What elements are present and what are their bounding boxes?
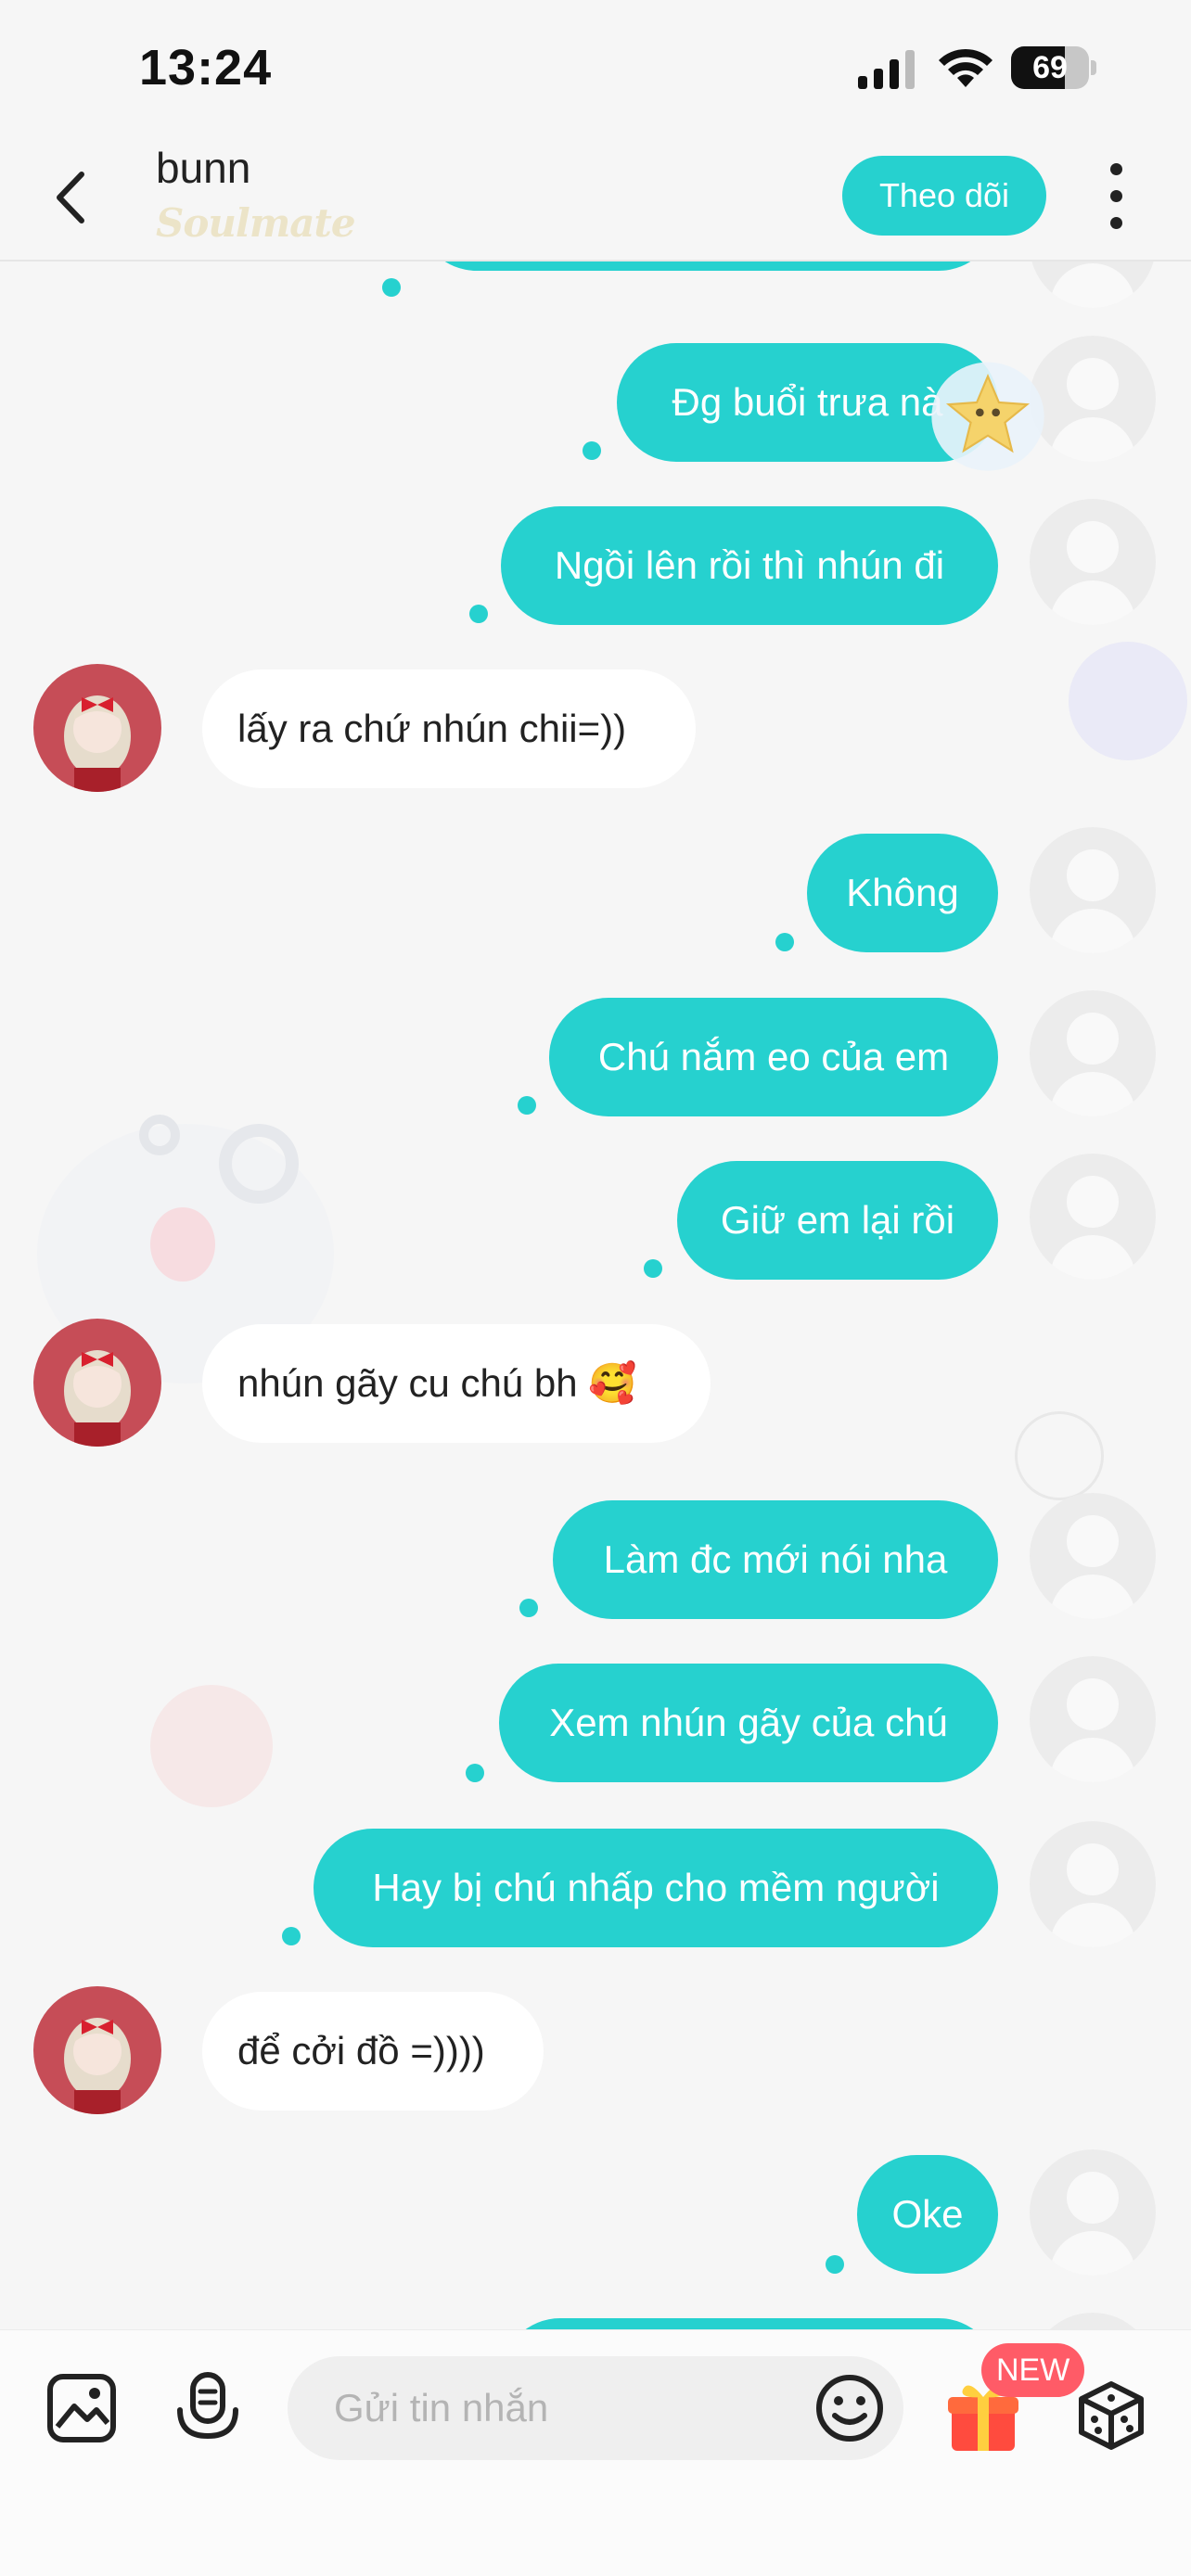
more-options-icon[interactable] — [1093, 159, 1139, 234]
contact-name[interactable]: bunn — [156, 143, 250, 193]
image-gallery-icon[interactable] — [45, 2371, 119, 2445]
message-bubble-sent[interactable]: Chú nắm eo của em — [549, 998, 998, 1116]
message-input[interactable] — [334, 2356, 798, 2460]
message-bubble-received[interactable]: nhún gãy cu chú bh 🥰 — [202, 1324, 711, 1443]
my-avatar[interactable] — [1030, 2313, 1156, 2329]
battery-percent: 69 — [1032, 50, 1068, 85]
chat-header: bunn Soulmate Theo dõi — [0, 139, 1191, 261]
message-bubble-sent[interactable]: Ngồi lên rồi thì nhún đi — [501, 506, 998, 625]
message-bubble-received[interactable]: lấy ra chứ nhún chii=)) — [202, 670, 696, 788]
my-avatar[interactable] — [1030, 1821, 1156, 1947]
bubble-tail — [519, 1599, 538, 1617]
message-bubble-sent[interactable]: Không — [807, 834, 998, 952]
message-bubble-partial — [501, 2318, 998, 2329]
message-list[interactable]: Đg buổi trưa nà Ngồi lên rồi thì nhún đi… — [0, 261, 1191, 2329]
wifi-icon — [939, 48, 992, 87]
cellular-signal-icon — [858, 50, 915, 89]
message-bubble-partial — [417, 261, 998, 271]
my-avatar[interactable] — [1030, 827, 1156, 953]
background-decoration — [1069, 642, 1187, 760]
message-bubble-sent[interactable]: Oke — [857, 2155, 998, 2274]
bubble-tail — [466, 1764, 484, 1782]
background-decoration — [139, 1115, 180, 1155]
background-decoration — [1015, 1411, 1104, 1500]
soulmate-badge: Soulmate — [156, 200, 356, 246]
message-bubble-sent[interactable]: Hay bị chú nhấp cho mềm người — [314, 1829, 998, 1947]
star-sticker-icon — [931, 362, 1044, 471]
bubble-tail — [518, 1096, 536, 1115]
my-avatar[interactable] — [1030, 499, 1156, 625]
bubble-tail — [382, 278, 401, 297]
emoji-icon[interactable] — [813, 2371, 887, 2445]
message-bubble-sent[interactable]: Làm đc mới nói nha — [553, 1500, 998, 1619]
message-input-container[interactable] — [288, 2356, 903, 2460]
contact-avatar[interactable] — [33, 1319, 161, 1447]
status-time: 13:24 — [139, 40, 273, 96]
bubble-tail — [469, 605, 488, 623]
voice-message-icon[interactable] — [171, 2369, 245, 2447]
background-decoration — [150, 1207, 215, 1282]
message-composer: NEW — [0, 2329, 1191, 2576]
bubble-tail — [282, 1927, 301, 1945]
status-bar: 13:24 69 — [0, 0, 1191, 139]
back-chevron-icon[interactable] — [45, 165, 100, 230]
message-bubble-sent[interactable]: Giữ em lại rồi — [677, 1161, 998, 1280]
bubble-tail — [644, 1259, 662, 1278]
my-avatar[interactable] — [1030, 990, 1156, 1116]
contact-avatar[interactable] — [33, 664, 161, 792]
message-bubble-sent[interactable]: Xem nhún gãy của chú — [499, 1664, 998, 1782]
contact-avatar[interactable] — [33, 1986, 161, 2114]
new-badge: NEW — [981, 2343, 1085, 2397]
bubble-tail — [775, 933, 794, 951]
my-avatar[interactable] — [1030, 336, 1156, 462]
bubble-tail — [583, 441, 601, 460]
my-avatar[interactable] — [1030, 1154, 1156, 1280]
my-avatar[interactable] — [1030, 2149, 1156, 2276]
my-avatar[interactable] — [1030, 1493, 1156, 1619]
bubble-tail — [826, 2255, 844, 2274]
my-avatar[interactable] — [1030, 261, 1156, 308]
background-decoration — [219, 1124, 299, 1204]
battery-icon: 69 — [1011, 46, 1096, 89]
message-bubble-received[interactable]: để cởi đồ =)))) — [202, 1992, 544, 2111]
background-decoration — [150, 1685, 273, 1807]
follow-button[interactable]: Theo dõi — [842, 156, 1046, 236]
dice-icon[interactable] — [1072, 2375, 1150, 2453]
my-avatar[interactable] — [1030, 1656, 1156, 1782]
